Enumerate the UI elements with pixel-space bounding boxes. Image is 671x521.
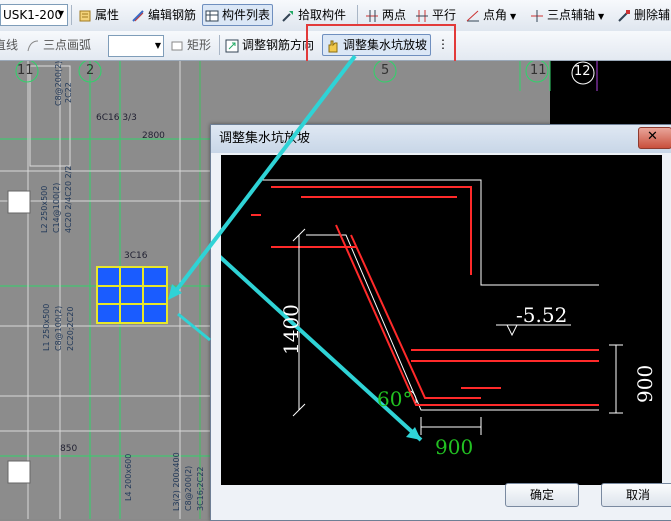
cad-text: C8@200(2): [54, 61, 63, 106]
two-points-icon: [366, 9, 378, 22]
point-angle-label: 点角: [483, 8, 508, 22]
pick-component-icon: [282, 10, 293, 22]
edit-rebar-icon: [132, 9, 144, 22]
cancel-label: 取消: [625, 488, 650, 502]
cad-text: 4C20 2/4C20 2/2: [64, 165, 73, 233]
adjust-sump-slope-dialog: 调整集水坑放坡 ✕ -5.52 1400 900 60° 900 确定 取消: [139, 124, 671, 521]
properties-label: 属性: [95, 8, 120, 22]
axis-label: 2: [86, 63, 95, 78]
axis-label: 12: [574, 64, 591, 79]
rect-button[interactable]: 矩形: [170, 35, 211, 55]
divider: [219, 35, 220, 55]
line-button[interactable]: 直线: [0, 35, 18, 55]
delete-axis-icon: [618, 9, 630, 22]
three-point-axis-label: 三点辅轴: [547, 8, 596, 22]
cad-text: L3(2) 200x400: [172, 452, 181, 511]
rebar-direction-icon: [225, 39, 239, 52]
draw-mode-select[interactable]: ▼: [108, 35, 164, 57]
angle-label: 60°: [377, 387, 413, 411]
cad-text: 3C16: [124, 251, 148, 261]
dialog-title: 调整集水坑放坡: [219, 131, 311, 146]
three-point-axis-button[interactable]: 三点辅轴 ▼: [530, 5, 604, 25]
delete-axis-label: 删除辅: [634, 8, 671, 22]
point-angle-icon: [466, 10, 479, 21]
rect-label: 矩形: [187, 38, 212, 52]
edit-rebar-button[interactable]: 编辑钢筋: [131, 5, 196, 25]
component-list-icon: [205, 10, 219, 21]
elevation-label: -5.52: [516, 303, 568, 327]
drawing-select-arrow[interactable]: ▼: [56, 4, 66, 24]
cad-text: C14@100(2): [52, 182, 61, 233]
ok-label: 确定: [529, 488, 554, 502]
cad-text: 3C16;2C22: [196, 466, 205, 511]
cad-text: L2 250x500: [40, 185, 49, 233]
drawing-select-value: USK1-200: [3, 8, 63, 22]
arc-label: 三点画弧: [43, 38, 92, 52]
cad-text: 2C20;2C20: [66, 306, 75, 351]
parallel-button[interactable]: 平行: [415, 5, 456, 25]
arc-button[interactable]: 三点画弧: [26, 35, 91, 55]
component-list-button[interactable]: 构件列表: [202, 4, 274, 26]
divider: [357, 5, 358, 25]
cancel-button[interactable]: 取消: [601, 483, 671, 507]
three-point-axis-icon: [531, 9, 543, 22]
chevron-down-icon[interactable]: ▼: [598, 12, 604, 21]
rectangle-icon: [171, 41, 183, 50]
two-points-button[interactable]: 两点: [365, 5, 406, 25]
delete-axis-button[interactable]: 删除辅: [617, 5, 670, 25]
component-list-label: 构件列表: [222, 8, 271, 22]
point-angle-button[interactable]: 点角 ▼: [466, 5, 516, 25]
chevron-down-icon[interactable]: ▼: [510, 12, 516, 21]
properties-icon: [79, 10, 91, 21]
line-label: 直线: [0, 38, 19, 52]
properties-button[interactable]: 属性: [78, 5, 119, 25]
cad-text: L4 200x600: [124, 453, 133, 501]
cad-text: 2C22: [64, 82, 73, 103]
axis-label: 11: [530, 63, 547, 78]
axis-label: 5: [381, 63, 390, 78]
pick-component-label: 拾取构件: [298, 8, 347, 22]
parallel-icon: [416, 9, 428, 22]
height-label: 1400: [279, 304, 303, 355]
cad-text: C8@100(2): [54, 305, 63, 351]
close-button[interactable]: ✕: [638, 127, 671, 149]
axis-label: 11: [17, 63, 34, 78]
slope-preview: -5.52 1400 900 60° 900: [139, 155, 662, 485]
adjust-rebar-direction-label: 调整钢筋方向: [242, 38, 315, 52]
pick-component-button[interactable]: 拾取构件: [281, 5, 346, 25]
adjust-rebar-direction-button[interactable]: 调整钢筋方向: [225, 35, 314, 55]
cad-text: L1 250x500: [42, 303, 51, 351]
arc-icon: [27, 40, 39, 51]
ok-button[interactable]: 确定: [505, 483, 579, 507]
parallel-label: 平行: [432, 8, 457, 22]
edit-rebar-label: 编辑钢筋: [148, 8, 197, 22]
width-label: 900: [435, 435, 474, 459]
cad-text: 850: [60, 444, 78, 454]
two-points-label: 两点: [382, 8, 407, 22]
chevron-down-icon: ▼: [154, 41, 161, 50]
close-icon: ✕: [647, 129, 658, 144]
depth-label: 900: [633, 364, 657, 403]
dialog-titlebar[interactable]: 调整集水坑放坡 ✕: [211, 125, 671, 153]
cad-text: 6C16 3/3: [96, 113, 137, 123]
cad-text: 2800: [142, 131, 165, 141]
cad-text: C8@200(2): [184, 465, 193, 511]
divider: [71, 5, 72, 25]
